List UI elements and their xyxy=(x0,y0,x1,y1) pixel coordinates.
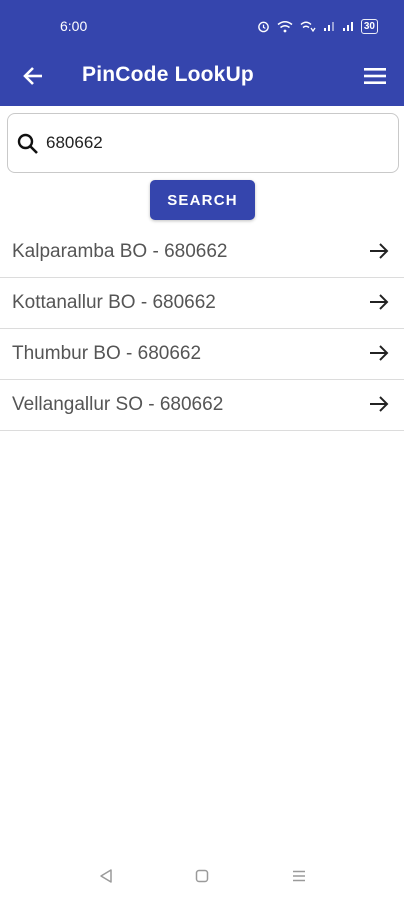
status-time: 6:00 xyxy=(60,18,88,34)
status-icons: 30 xyxy=(257,17,378,35)
search-icon xyxy=(17,133,38,154)
triangle-back-icon xyxy=(100,869,112,883)
top-app-bar: 6:00 30 PinCode LookUp xyxy=(0,0,404,106)
list-item-label: Kottanallur BO - 680662 xyxy=(12,292,216,313)
search-button[interactable]: SEARCH xyxy=(150,180,255,220)
system-nav-bar xyxy=(0,858,404,894)
three-lines-recents-icon xyxy=(293,870,305,882)
arrow-right-icon xyxy=(370,243,389,259)
nav-home-button[interactable] xyxy=(192,866,212,886)
list-item[interactable]: Vellangallur SO - 680662 xyxy=(0,380,404,431)
nav-recents-button[interactable] xyxy=(289,866,309,886)
list-item[interactable]: Kalparamba BO - 680662 xyxy=(0,227,404,278)
square-home-icon xyxy=(195,869,209,883)
page-title: PinCode LookUp xyxy=(82,63,254,86)
list-item[interactable]: Thumbur BO - 680662 xyxy=(0,329,404,380)
alarm-icon xyxy=(258,21,269,32)
wifi-calling-icon xyxy=(300,21,316,32)
list-item-label: Kalparamba BO - 680662 xyxy=(12,241,228,262)
battery-icon: 30 xyxy=(360,18,378,34)
app-bar: PinCode LookUp xyxy=(0,52,404,106)
nav-back-button[interactable] xyxy=(96,866,116,886)
list-item-label: Thumbur BO - 680662 xyxy=(12,343,202,364)
search-input[interactable] xyxy=(46,128,386,158)
arrow-left-icon xyxy=(23,67,42,85)
arrow-right-icon xyxy=(370,294,389,310)
list-item[interactable]: Kottanallur BO - 680662 xyxy=(0,278,404,329)
list-item-label: Vellangallur SO - 680662 xyxy=(12,394,224,415)
arrow-right-icon xyxy=(370,345,389,361)
signal-icon xyxy=(323,22,334,31)
signal-icon-2 xyxy=(342,22,353,31)
search-box[interactable] xyxy=(7,113,399,173)
status-bar: 6:00 30 xyxy=(0,0,404,52)
hamburger-menu-icon xyxy=(364,68,386,84)
arrow-right-icon xyxy=(370,396,389,412)
menu-button[interactable] xyxy=(360,61,390,91)
results-list: Kalparamba BO - 680662 Kottanallur BO - … xyxy=(0,227,404,431)
back-button[interactable] xyxy=(18,61,48,91)
wifi-icon xyxy=(277,20,293,32)
